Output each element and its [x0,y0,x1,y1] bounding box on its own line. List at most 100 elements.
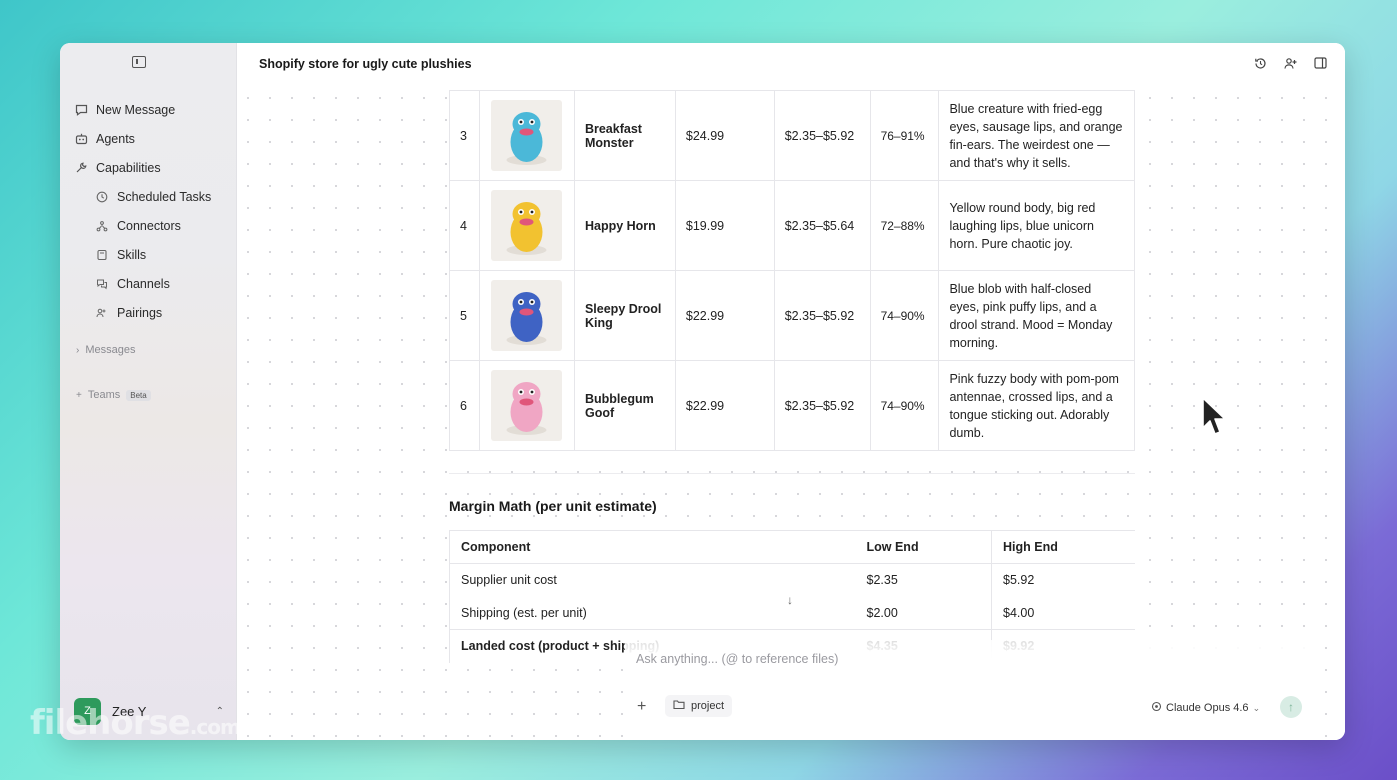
row-number: 3 [449,90,480,181]
scroll-down-icon[interactable]: ↓ [787,593,793,607]
chat-bubble-icon [74,103,88,117]
panel-toggle-icon[interactable] [1313,56,1327,70]
plush-image [490,100,562,171]
column-header: Component [449,530,856,564]
product-price: $22.99 [674,360,775,451]
sidebar-item-pairings[interactable]: Pairings [74,298,234,327]
send-button[interactable]: ↑ [1280,696,1302,718]
history-icon[interactable] [1253,56,1267,70]
chevron-right-icon: › [76,344,80,356]
sidebar-toggle-icon[interactable] [132,56,146,68]
column-header: Low End [855,530,992,564]
sidebar-item-label: Channels [117,276,170,291]
sidebar-item-connectors[interactable]: Connectors [74,211,234,240]
plush-image [490,370,562,441]
channels-icon [95,277,109,291]
beta-badge: Beta [126,389,151,401]
product-price: $24.99 [674,90,775,181]
add-attachment-icon[interactable]: + [637,698,646,716]
mouse-cursor-icon [1202,397,1226,435]
low-end-cell: $2.00 [855,596,992,630]
composer: Ask anything... (@ to reference files) +… [625,640,1311,740]
wrench-icon [74,161,88,175]
product-description: Blue creature with fried-egg eyes, sausa… [938,90,1135,181]
sidebar-item-capabilities[interactable]: Capabilities [74,153,234,182]
watermark-logo: filehorse.com [30,703,241,743]
app-window: New Message Agents Capabilities Schedule… [60,43,1345,740]
row-number: 6 [449,360,480,451]
product-cost: $2.35–$5.92 [773,360,871,451]
product-image-cell [478,90,575,181]
project-button[interactable]: project [665,695,733,717]
arrow-up-icon: ↑ [1288,700,1294,714]
message-content: 3 Breakfast Monster $24.99 $2.35–$5.92 76–91… [449,90,1135,663]
sidebar-item-label: Connectors [117,218,181,233]
product-image-cell [478,180,575,271]
product-margin: 74–90% [869,270,940,361]
folder-icon [673,699,685,713]
sidebar-item-label: Scheduled Tasks [117,189,212,204]
connector-icon [95,219,109,233]
product-name: Bubblegum Goof [573,360,676,451]
message-input[interactable]: Ask anything... (@ to reference files) [636,652,838,666]
sidebar-item-agents[interactable]: Agents [74,124,234,153]
sidebar-item-new-message[interactable]: New Message [74,95,234,124]
product-price: $19.99 [674,180,775,271]
product-name: Sleepy Drool King [573,270,676,361]
product-cost: $2.35–$5.64 [773,180,871,271]
product-margin: 72–88% [869,180,940,271]
skills-icon [95,248,109,262]
robot-icon [74,132,88,146]
product-description: Pink fuzzy body with pom-pom antennae, c… [938,360,1135,451]
plush-image [490,280,562,351]
column-header: High End [991,530,1135,564]
product-cost: $2.35–$5.92 [773,270,871,361]
model-selector[interactable]: Claude Opus 4.6 ⌄ [1151,701,1260,715]
add-person-icon[interactable] [1283,56,1297,70]
model-icon [1151,701,1162,715]
project-label: project [691,700,725,712]
table-row: 5 Sleepy Drool King $22.99 $2.35–$5.92 74–90… [449,270,1135,361]
sidebar-item-label: New Message [96,102,176,117]
row-number: 4 [449,180,480,271]
teams-label: Teams [87,389,121,401]
component-cell: Supplier unit cost [449,563,856,597]
sidebar-item-skills[interactable]: Skills [74,240,234,269]
top-toolbar [1253,56,1327,70]
clock-icon [95,190,109,204]
table-row: Supplier unit cost $2.35 $5.92 [449,563,1136,597]
row-number: 5 [449,270,480,361]
sidebar-nav: New Message Agents Capabilities Schedule… [74,95,234,327]
product-margin: 76–91% [869,90,940,181]
main-panel: Shopify store for ugly cute plushies 3 Br… [237,43,1345,740]
pairings-icon [95,306,109,320]
product-description: Blue blob with half-closed eyes, pink pu… [938,270,1135,361]
messages-section-toggle[interactable]: › Messages [76,344,135,356]
low-end-cell: $2.35 [855,563,992,597]
sidebar-item-label: Agents [96,131,135,146]
products-table: 3 Breakfast Monster $24.99 $2.35–$5.92 76–91… [449,90,1135,451]
product-image-cell [478,270,575,361]
conversation-title: Shopify store for ugly cute plushies [237,43,1345,85]
sidebar-item-scheduled-tasks[interactable]: Scheduled Tasks [74,182,234,211]
sidebar-item-channels[interactable]: Channels [74,269,234,298]
table-row: 4 Happy Horn $19.99 $2.35–$5.64 72–88% Yellow… [449,180,1135,271]
product-name: Happy Horn [573,180,676,271]
component-cell: Shipping (est. per unit) [449,596,856,630]
product-margin: 74–90% [869,360,940,451]
sidebar: New Message Agents Capabilities Schedule… [60,43,237,740]
high-end-cell: $4.00 [1003,605,1035,620]
product-image-cell [478,360,575,451]
product-cost: $2.35–$5.92 [773,90,871,181]
teams-section-toggle[interactable]: + Teams Beta [76,389,151,401]
product-description: Yellow round body, big red laughing lips… [938,180,1135,271]
high-end-cell: $5.92 [1003,573,1035,588]
sidebar-item-label: Skills [117,247,147,262]
plush-image [490,190,562,261]
product-price: $22.99 [674,270,775,361]
table-row: 3 Breakfast Monster $24.99 $2.35–$5.92 76–91… [449,90,1135,181]
sidebar-item-label: Capabilities [96,160,161,175]
messages-label: Messages [85,344,136,356]
section-heading: Margin Math (per unit estimate) [449,498,657,514]
plus-icon: + [76,389,82,401]
